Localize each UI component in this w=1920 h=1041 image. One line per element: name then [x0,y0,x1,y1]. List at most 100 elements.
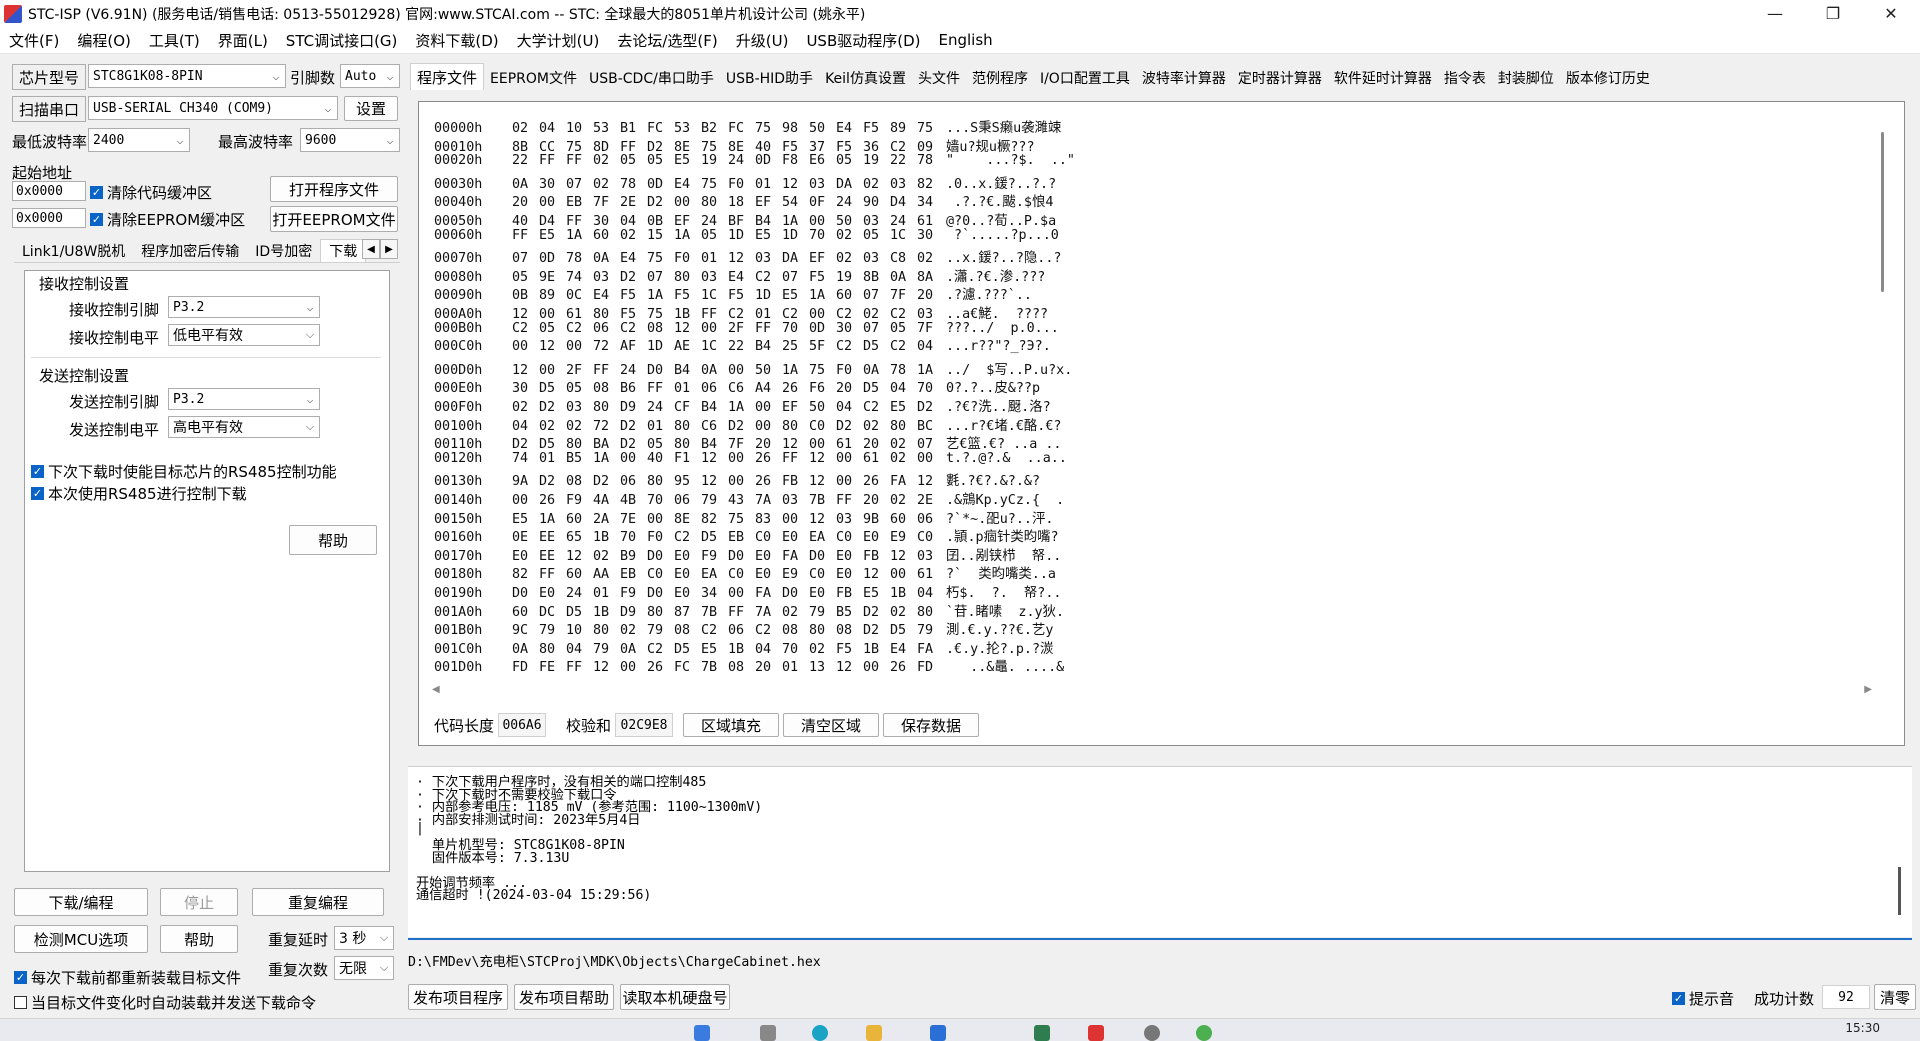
hex-byte[interactable]: FF [566,153,593,168]
hex-row[interactable]: 00010h 8B CC 75 8D FF D2 8E 75 8E 40 F5 37 F5 36 C2 09 嫱u… [434,135,1035,155]
publish-help-button[interactable]: 发布项目帮助 [514,984,614,1010]
hex-byte[interactable]: 12 [539,339,566,354]
hex-byte[interactable]: 00 [836,451,863,466]
windows-start-icon[interactable] [694,1025,710,1041]
hex-row[interactable]: 00070h 07 0D 78 0A E4 75 F0 01 12 03 DA EF 02 03 C8 02..… [434,246,1061,266]
hex-row[interactable]: 000F0h 02 D2 03 80 D9 24 CF B4 1A 00 EF 50 04 C2 E5 D2.?… [434,395,1051,415]
clear-code-buffer-checkbox[interactable]: ✓ 清除代码缓冲区 [90,182,212,203]
hex-byte[interactable]: 1C [701,339,728,354]
hex-byte[interactable]: 30 [836,321,863,336]
hex-byte[interactable]: 24 [728,153,755,168]
search-icon[interactable] [760,1025,776,1041]
hex-row[interactable]: 001D0h FD FE FF 12 00 26 FC 7B 08 20 01 13 12 00 26 FD .… [434,655,1064,675]
hex-byte[interactable]: 02 [593,153,620,168]
tab-eeprom-file[interactable]: EEPROM文件 [484,66,583,90]
hex-byte[interactable]: 60 [593,228,620,243]
reload-before-download-checkbox[interactable]: ✓ 每次下载前都重新装载目标文件 [14,967,241,988]
hex-byte[interactable]: 00 [512,339,539,354]
hex-byte[interactable]: 70 [809,228,836,243]
tab-instruction-table[interactable]: 指令表 [1438,66,1492,90]
hex-byte[interactable]: 26 [890,660,917,675]
hex-byte[interactable]: 15 [647,228,674,243]
hex-byte[interactable]: 05 [836,153,863,168]
hex-byte[interactable]: FF [512,228,539,243]
hex-byte[interactable]: 00 [863,660,890,675]
send-pin-select[interactable]: P3.2 ⌵ [168,388,320,410]
scroll-right-icon[interactable]: ▶ [1864,684,1872,695]
hex-bytes[interactable]: C2 05 C2 06 C2 08 12 00 2F FF 70 0D 30 07 05 7F [512,321,946,336]
tab-examples[interactable]: 范例程序 [966,66,1034,90]
tab-id-encryption[interactable]: ID号加密 [247,240,320,262]
tab-keil-sim[interactable]: Keil仿真设置 [819,66,912,90]
hex-byte[interactable]: 08 [647,321,674,336]
stop-button[interactable]: 停止 [160,888,238,916]
clear-count-button[interactable]: 清零 [1874,984,1916,1010]
hex-byte[interactable]: 0D [755,153,782,168]
menu-upgrade[interactable]: 升级(U) [727,30,798,51]
hex-byte[interactable]: 1D [782,228,809,243]
hex-row[interactable]: 00120h 74 01 B5 1A 00 40 F1 12 00 26 FF 12 00 61 02 00 t.… [434,451,1067,470]
hex-byte[interactable]: 02 [890,451,917,466]
menu-university[interactable]: 大学计划(U) [508,30,609,51]
hex-byte[interactable]: FD [917,660,944,675]
publish-project-button[interactable]: 发布项目程序 [408,984,508,1010]
hex-byte[interactable]: 1A [674,228,701,243]
hex-row[interactable]: 00110h D2 D5 80 BA D2 05 80 B4 7F 20 12 00 61 20 02 07 艺€… [434,432,1061,452]
tab-usb-hid[interactable]: USB-HID助手 [720,66,819,90]
rs485-use-now-checkbox[interactable]: ✓ 本次使用RS485进行控制下载 [31,483,247,504]
read-disk-id-button[interactable]: 读取本机硬盘号 [620,984,730,1010]
hex-byte[interactable]: 25 [782,339,809,354]
hex-byte[interactable]: 02 [836,228,863,243]
hex-byte[interactable]: D5 [863,339,890,354]
hex-byte[interactable]: 5F [809,339,836,354]
menu-english[interactable]: English [929,31,1001,49]
hex-byte[interactable]: 74 [512,451,539,466]
hex-byte[interactable]: AE [674,339,701,354]
hex-row[interactable]: 001A0h 60 DC D5 1B D9 80 87 7B FF 7A 02 79 B5 D2 02 80 `苷… [434,600,1064,620]
menu-debug-interface[interactable]: STC调试接口(G) [277,30,407,51]
eeprom-start-address-input[interactable]: 0x0000 [12,208,86,228]
repeat-count-select[interactable]: 无限 ⌵ [334,956,394,980]
hex-byte[interactable]: 22 [890,153,917,168]
output-log[interactable]: · 下次下载用户程序时，没有相关的端口控制485 · 下次下载时不需要校验下载口令… [408,766,1912,937]
hex-byte[interactable]: 2F [728,321,755,336]
hex-byte[interactable]: 20 [755,660,782,675]
hex-byte[interactable]: 07 [863,321,890,336]
help-button[interactable]: 帮助 [160,925,238,953]
hex-byte[interactable]: 08 [728,660,755,675]
hex-byte[interactable]: 7B [701,660,728,675]
hex-byte[interactable]: 06 [593,321,620,336]
tab-header-file[interactable]: 头文件 [912,66,966,90]
open-eeprom-file-button[interactable]: 打开EEPROM文件 [270,206,398,232]
hex-byte[interactable]: C2 [890,339,917,354]
hex-byte[interactable]: E5 [539,228,566,243]
hex-byte[interactable]: E5 [755,228,782,243]
menu-program[interactable]: 编程(O) [68,30,140,51]
menu-forum[interactable]: 去论坛/选型(F) [608,30,726,51]
open-program-file-button[interactable]: 打开程序文件 [270,176,398,202]
receive-pin-select[interactable]: P3.2 ⌵ [168,296,320,318]
hex-byte[interactable]: 01 [782,660,809,675]
hex-byte[interactable]: F1 [674,451,701,466]
hex-row[interactable]: 00090h 0B 89 0C E4 F5 1A F5 1C F5 1D E5 1A 60 07 7F 20.?… [434,283,1040,303]
hex-row[interactable]: 00020h 22 FF FF 02 05 05 E5 19 24 0D F8 E6 05 19 22 78 " … [434,153,1075,172]
hex-byte[interactable]: 7F [917,321,944,336]
hex-byte[interactable]: F8 [782,153,809,168]
hex-byte[interactable]: FF [566,660,593,675]
hex-byte[interactable]: B5 [566,451,593,466]
tab-delay-calc[interactable]: 软件延时计算器 [1328,66,1438,90]
hex-vertical-scrollbar[interactable] [1876,112,1890,682]
hex-byte[interactable]: 19 [701,153,728,168]
hex-byte[interactable]: 05 [620,153,647,168]
port-settings-button[interactable]: 设置 [344,96,398,121]
hex-byte[interactable]: E6 [809,153,836,168]
hex-byte[interactable]: 00 [701,321,728,336]
scroll-left-icon[interactable]: ◀ [432,684,440,695]
hex-byte[interactable]: C2 [836,339,863,354]
clear-eeprom-buffer-checkbox[interactable]: ✓ 清除EEPROM缓冲区 [90,209,245,230]
hex-byte[interactable]: 00 [620,451,647,466]
hex-byte[interactable]: 1C [890,228,917,243]
hex-row[interactable]: 00030h 0A 30 07 02 78 0D E4 75 F0 01 12 03 DA 02 03 82.0… [434,172,1056,192]
hex-row[interactable]: 00100h 04 02 02 72 D2 01 80 C6 D2 00 80 C0 D2 02 80 BC..… [434,414,1061,434]
hex-row[interactable]: 000E0h 30 D5 05 08 B6 FF 01 06 C6 A4 26 F6 20 D5 04 70 0?… [434,376,1040,396]
